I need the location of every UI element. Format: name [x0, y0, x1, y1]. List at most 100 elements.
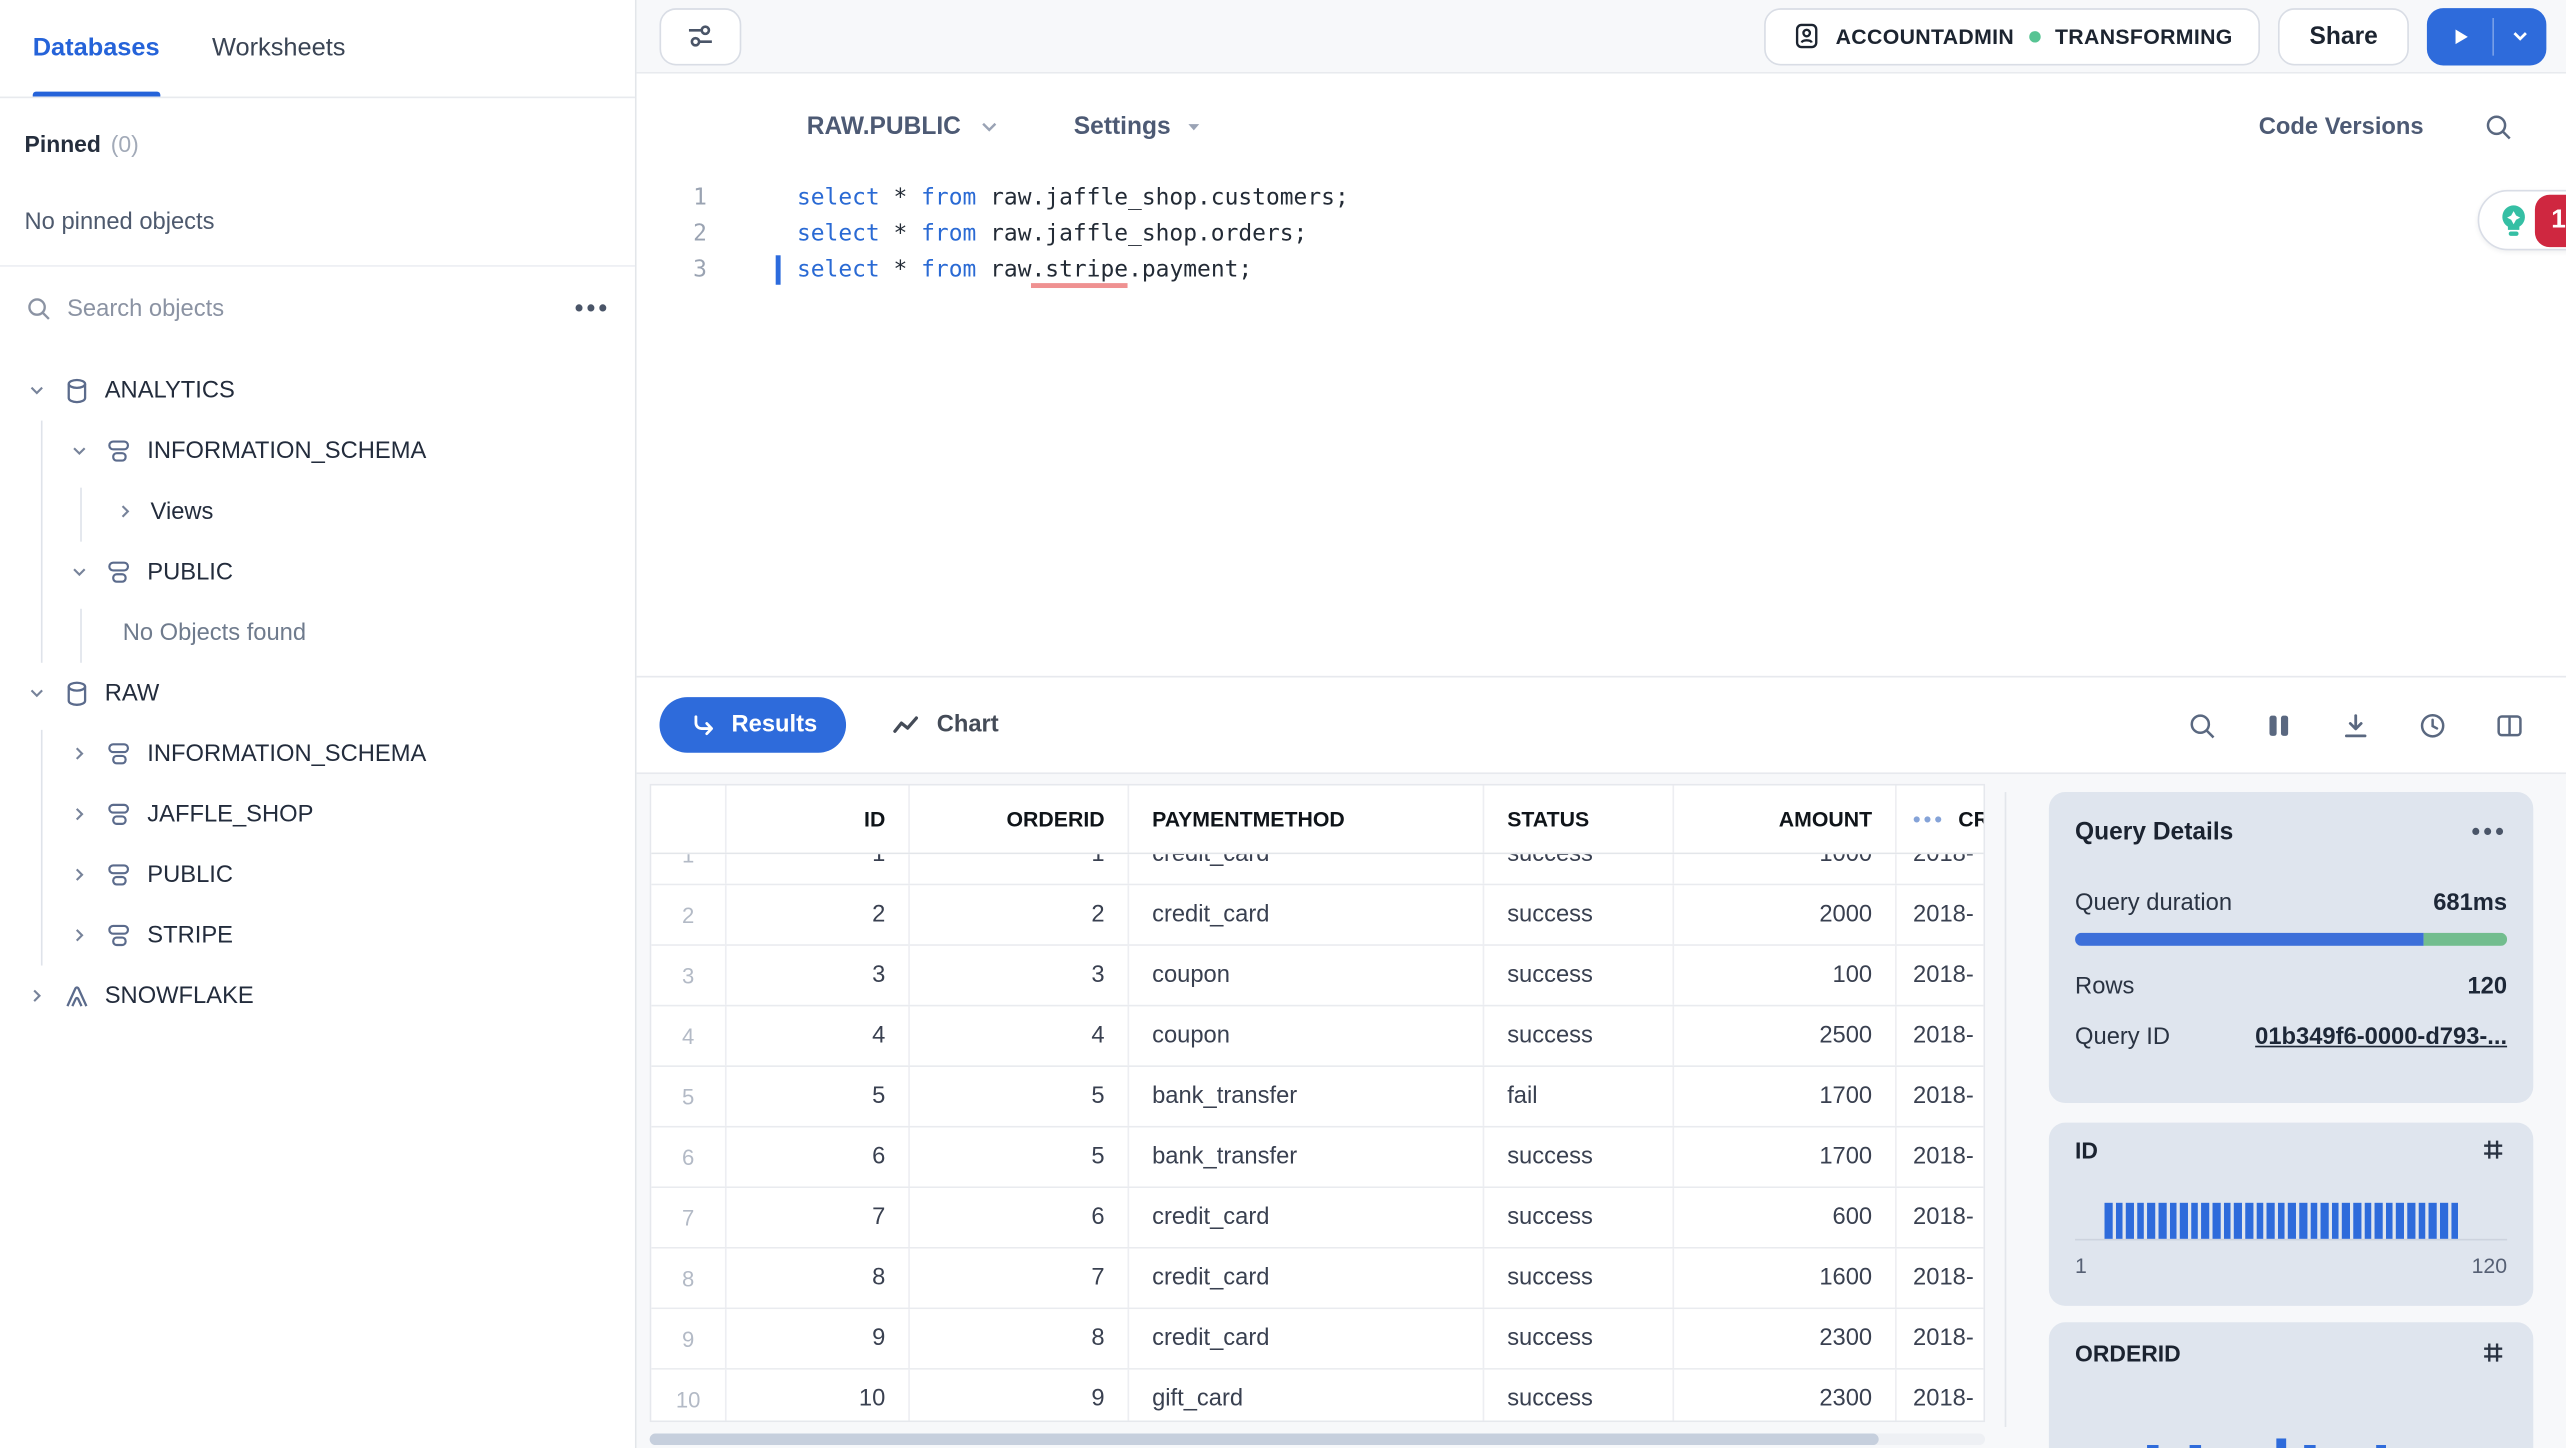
table-cell[interactable]: success [1484, 1248, 1675, 1308]
table-row[interactable]: 8 8 7 credit_card success 1600 2018- [651, 1248, 1984, 1310]
numeric-column-icon[interactable] [2479, 1339, 2507, 1367]
table-cell[interactable]: 9 [727, 1309, 910, 1369]
table-row[interactable]: 7 7 6 credit_card success 600 2018- [651, 1188, 1984, 1249]
row-number-header[interactable] [651, 785, 727, 853]
tree-item-information-schema[interactable]: INFORMATION_SCHEMA [0, 421, 635, 482]
table-cell[interactable]: credit_card [1129, 1248, 1485, 1308]
tree-item-raw-information-schema[interactable]: INFORMATION_SCHEMA [0, 723, 635, 784]
table-cell[interactable]: 1700 [1674, 1127, 1897, 1187]
table-cell[interactable]: 1 [727, 854, 910, 884]
run-button[interactable] [2427, 7, 2492, 64]
chevron-down-icon[interactable] [65, 440, 91, 461]
table-cell[interactable]: 2018- [1897, 1128, 1984, 1187]
chevron-right-icon[interactable] [23, 985, 49, 1006]
table-cell[interactable]: success [1484, 1006, 1675, 1066]
chevron-right-icon[interactable] [65, 864, 91, 885]
query-id-link[interactable]: 01b349f6-0000-d793-... [2255, 1024, 2507, 1050]
tab-results[interactable]: Results [659, 697, 847, 753]
chevron-down-icon[interactable] [23, 682, 49, 703]
search-objects-input[interactable] [67, 295, 561, 322]
table-cell[interactable]: 2018- [1897, 1006, 1984, 1065]
table-cell[interactable]: bank_transfer [1129, 1127, 1485, 1187]
table-cell[interactable]: success [1484, 1127, 1675, 1187]
tree-item-snowflake[interactable]: SNOWFLAKE [0, 966, 635, 1027]
tab-worksheets[interactable]: Worksheets [212, 0, 345, 97]
column-header-created[interactable]: ••• CREATED [1897, 786, 1983, 853]
share-button[interactable]: Share [2278, 7, 2409, 65]
table-cell[interactable]: success [1484, 945, 1675, 1005]
sidebar-more-menu[interactable]: ••• [575, 295, 611, 323]
table-cell[interactable]: 4 [651, 1006, 727, 1066]
table-row[interactable]: 1 1 1 credit_card success 1000 2018- [651, 854, 1984, 886]
table-cell[interactable]: 4 [727, 1006, 910, 1066]
table-cell[interactable]: 6 [910, 1188, 1130, 1247]
table-cell[interactable]: credit_card [1129, 854, 1485, 884]
table-cell[interactable]: 5 [727, 1066, 910, 1126]
table-cell[interactable]: credit_card [1129, 885, 1485, 945]
table-cell[interactable]: 1600 [1674, 1248, 1897, 1308]
table-cell[interactable]: 10 [651, 1369, 727, 1421]
table-cell[interactable]: bank_transfer [1129, 1066, 1485, 1126]
table-cell[interactable]: 1 [651, 854, 727, 884]
tree-item-views[interactable]: Views [0, 481, 635, 542]
editor-settings-dropdown[interactable]: Settings [1074, 113, 1204, 141]
table-cell[interactable]: 2300 [1674, 1309, 1897, 1369]
tree-item-raw[interactable]: RAW [0, 663, 635, 724]
copilot-suggestion-pill[interactable]: 1 [2477, 189, 2566, 251]
table-row[interactable]: 6 6 5 bank_transfer success 1700 2018- [651, 1127, 1984, 1189]
download-icon[interactable] [2340, 709, 2371, 740]
code-line[interactable]: 1 select * from raw.jaffle_shop.customers… [637, 180, 2566, 216]
tree-item-public[interactable]: PUBLIC [0, 542, 635, 603]
editor-context-dropdown[interactable]: RAW.PUBLIC [807, 113, 1002, 141]
table-cell[interactable]: 7 [651, 1188, 727, 1247]
editor-search-icon[interactable] [2483, 111, 2514, 142]
table-cell[interactable]: 2018- [1897, 946, 1984, 1005]
table-cell[interactable]: success [1484, 1188, 1675, 1247]
tab-chart[interactable]: Chart [891, 709, 999, 740]
column-menu-dots-icon[interactable]: ••• [1913, 807, 1945, 832]
tree-item-jaffle-shop[interactable]: JAFFLE_SHOP [0, 784, 635, 845]
table-cell[interactable]: 2018- [1897, 1249, 1984, 1308]
worksheet-config-button[interactable] [659, 7, 742, 65]
table-cell[interactable]: success [1484, 1369, 1675, 1421]
table-cell[interactable]: success [1484, 854, 1675, 884]
table-cell[interactable]: 8 [910, 1309, 1130, 1369]
code-versions-link[interactable]: Code Versions [2259, 114, 2424, 140]
table-cell[interactable]: 2 [910, 885, 1130, 945]
table-cell[interactable]: 7 [910, 1248, 1130, 1308]
table-row[interactable]: 5 5 5 bank_transfer fail 1700 2018- [651, 1066, 1984, 1128]
table-cell[interactable]: 1000 [1674, 854, 1897, 884]
query-history-icon[interactable] [2417, 709, 2448, 740]
sql-editor[interactable]: 1 select * from raw.jaffle_shop.customers… [636, 180, 2566, 676]
column-header-paymentmethod[interactable]: PAYMENTMETHOD [1129, 785, 1485, 853]
tree-item-raw-public[interactable]: PUBLIC [0, 844, 635, 905]
table-cell[interactable]: 8 [651, 1248, 727, 1308]
query-details-menu[interactable]: ••• [2471, 818, 2507, 846]
table-cell[interactable]: 9 [651, 1309, 727, 1369]
table-cell[interactable]: 2 [727, 885, 910, 945]
table-row[interactable]: 10 10 9 gift_card success 2300 2018- [651, 1369, 1984, 1421]
table-cell[interactable]: 2300 [1674, 1369, 1897, 1421]
code-line[interactable]: 3 select * from raw.stripe.payment; [637, 252, 2566, 289]
table-cell[interactable]: 2018- [1897, 1309, 1984, 1368]
table-cell[interactable]: coupon [1129, 1006, 1485, 1066]
table-viewport[interactable]: 1 1 1 credit_card success 1000 2018- 2 2 2 credit_… [651, 854, 1984, 1421]
numeric-column-icon[interactable] [2479, 1136, 2507, 1164]
table-cell[interactable]: 2000 [1674, 885, 1897, 945]
table-cell[interactable]: success [1484, 1309, 1675, 1369]
column-header-amount[interactable]: AMOUNT [1674, 785, 1897, 853]
table-row[interactable]: 3 3 3 coupon success 100 2018- [651, 945, 1984, 1007]
tree-item-analytics[interactable]: ANALYTICS [0, 360, 635, 421]
table-cell[interactable]: 2 [651, 885, 727, 945]
table-cell[interactable]: 9 [910, 1369, 1130, 1421]
table-cell[interactable]: 10 [727, 1369, 910, 1421]
table-cell[interactable]: credit_card [1129, 1188, 1485, 1247]
table-cell[interactable]: 3 [651, 945, 727, 1005]
chevron-right-icon[interactable] [65, 743, 91, 764]
horizontal-scrollbar[interactable] [649, 1433, 1986, 1446]
split-panel-icon[interactable] [2494, 709, 2525, 740]
table-cell[interactable]: 600 [1674, 1188, 1897, 1247]
table-cell[interactable]: fail [1484, 1066, 1675, 1126]
chevron-right-icon[interactable] [65, 925, 91, 946]
table-cell[interactable]: 6 [651, 1127, 727, 1187]
